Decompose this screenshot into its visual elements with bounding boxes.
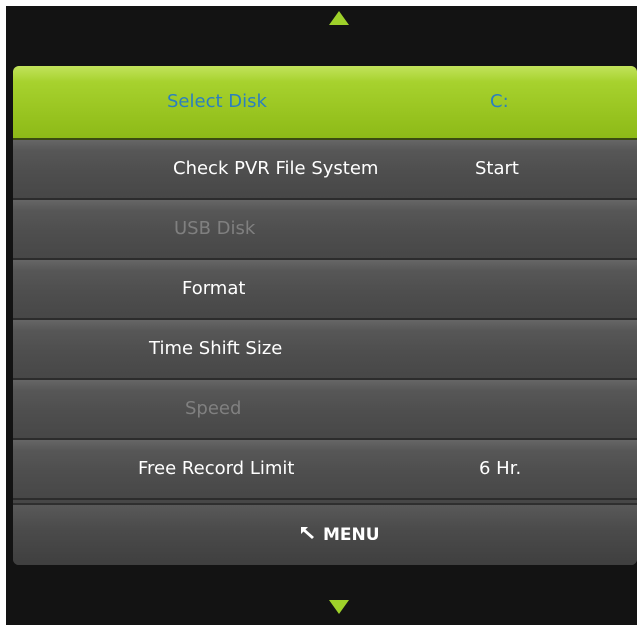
menu-item-label: USB Disk [174, 218, 256, 239]
menu-item-label: Format [182, 278, 246, 299]
pvr-settings-menu: Select Disk C: Check PVR File System Sta… [13, 66, 637, 565]
menu-item-usb-disk: USB Disk [13, 200, 637, 260]
menu-item-label: Free Record Limit [138, 458, 295, 479]
menu-item-value: C: [490, 91, 509, 112]
menu-item-label: Check PVR File System [173, 158, 379, 179]
menu-item-check-pvr-file-system[interactable]: Check PVR File System Start [13, 140, 637, 200]
menu-item-label: Speed [185, 398, 242, 419]
menu-item-label: Time Shift Size [149, 338, 283, 359]
menu-item-speed: Speed [13, 380, 637, 440]
menu-item-value: Start [475, 158, 519, 179]
menu-item-select-disk[interactable]: Select Disk C: [13, 66, 637, 140]
menu-item-value: 6 Hr. [479, 458, 522, 479]
arrow-up-icon[interactable] [329, 11, 349, 25]
menu-back-hint[interactable]: MENU [299, 505, 380, 565]
menu-item-time-shift-size[interactable]: Time Shift Size [13, 320, 637, 380]
return-arrow-icon [301, 527, 314, 539]
menu-item-label: Select Disk [167, 91, 267, 112]
menu-item-format[interactable]: Format [13, 260, 637, 320]
arrow-down-icon[interactable] [329, 600, 349, 614]
menu-footer: MENU [13, 503, 637, 565]
menu-label: MENU [323, 525, 380, 545]
menu-item-free-record-limit[interactable]: Free Record Limit 6 Hr. [13, 440, 637, 500]
